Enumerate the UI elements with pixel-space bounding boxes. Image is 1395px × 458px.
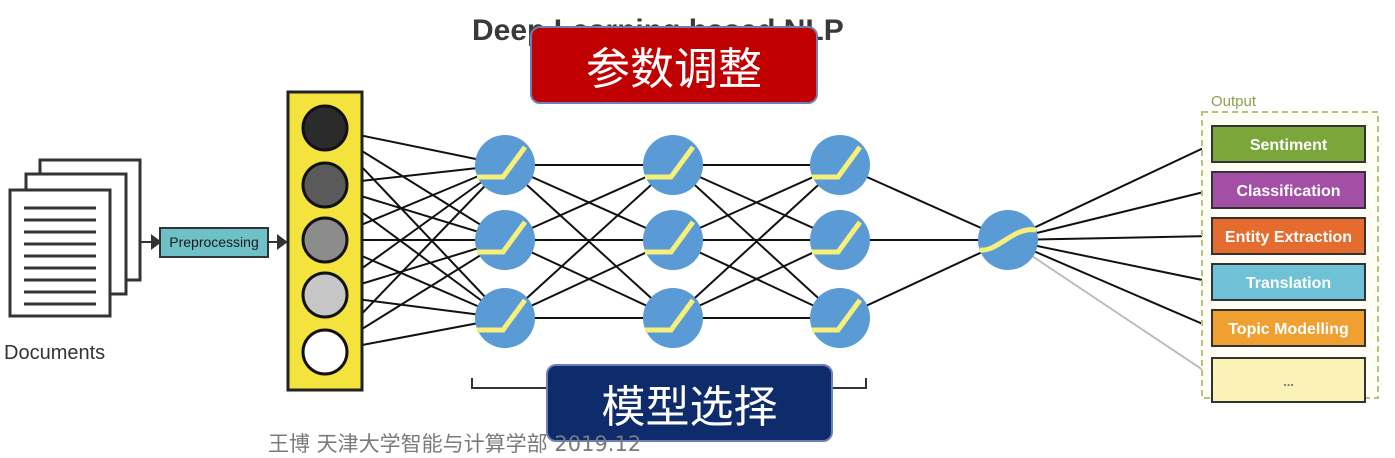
hidden-neuron xyxy=(643,210,703,270)
input-node xyxy=(301,104,349,152)
input-node xyxy=(301,328,349,376)
hidden-neuron xyxy=(810,288,870,348)
network-connections xyxy=(324,127,1213,377)
hidden-neuron xyxy=(810,135,870,195)
output-label-text: Topic Modelling xyxy=(1228,321,1349,338)
documents-label: Documents xyxy=(4,342,105,364)
output-label-text: ... xyxy=(1283,374,1294,389)
input-node xyxy=(301,161,349,209)
documents-icon xyxy=(8,158,142,318)
output-label-text: Translation xyxy=(1246,275,1331,292)
hidden-neuron xyxy=(475,210,535,270)
preprocessing-label: Preprocessing xyxy=(169,234,259,250)
input-node xyxy=(301,271,349,319)
parameter-tuning-label: 参数调整 xyxy=(530,26,818,104)
output-label-text: Entity Extraction xyxy=(1225,229,1352,246)
hidden-neuron xyxy=(475,288,535,348)
hidden-neuron xyxy=(643,135,703,195)
output-label: Output xyxy=(1211,93,1257,110)
output-label-text: Classification xyxy=(1236,183,1340,200)
hidden-neuron xyxy=(810,210,870,270)
hidden-neuron xyxy=(475,135,535,195)
input-node xyxy=(301,216,349,264)
output-label-text: Sentiment xyxy=(1250,137,1328,154)
hidden-neuron xyxy=(643,288,703,348)
output-neuron xyxy=(978,210,1038,270)
